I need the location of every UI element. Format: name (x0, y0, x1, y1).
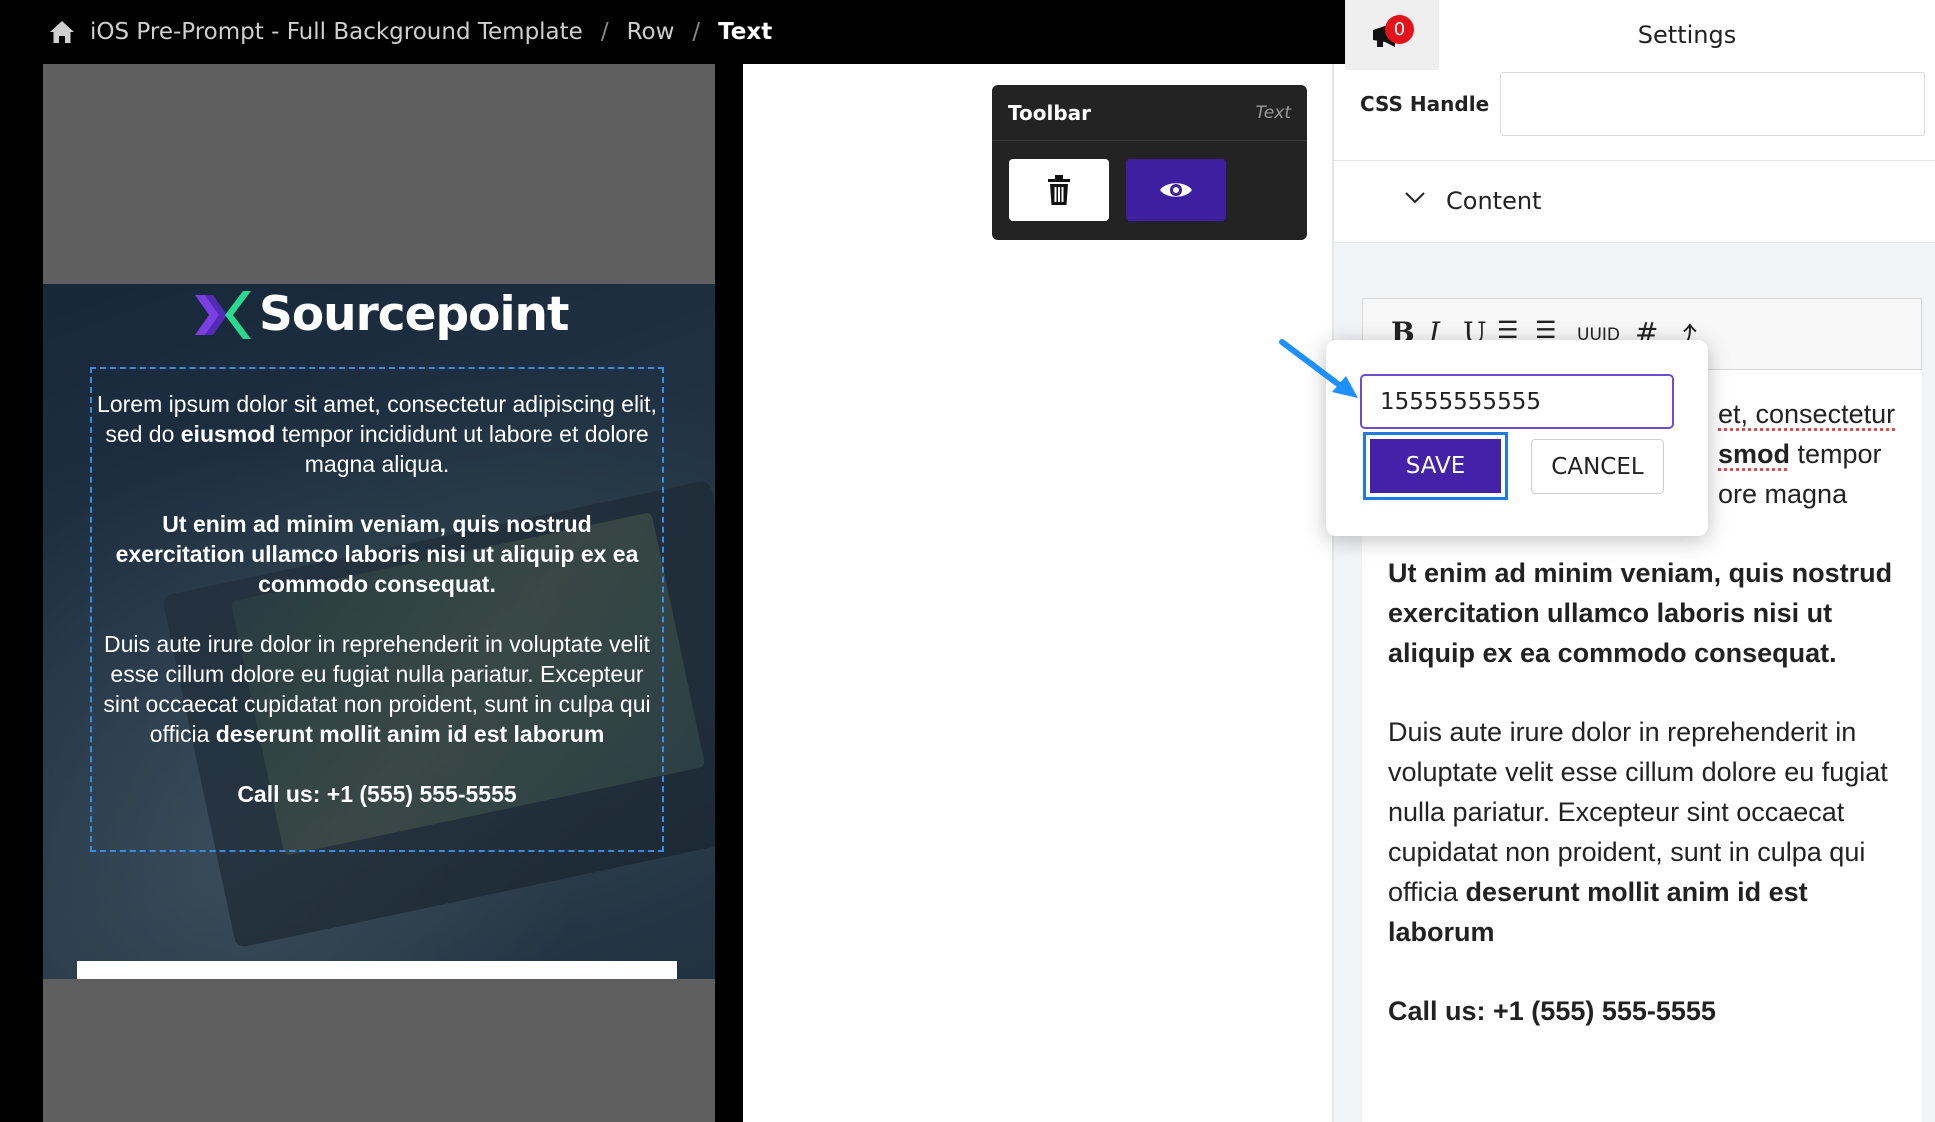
css-handle-input[interactable] (1500, 72, 1925, 136)
breadcrumb-separator: / (692, 19, 701, 45)
selected-text-element[interactable]: Lorem ipsum dolor sit amet, consectetur … (90, 367, 664, 852)
text-paragraph-3: Duis aute irure dolor in reprehenderit i… (103, 631, 651, 747)
text-paragraph-1: Lorem ipsum dolor sit amet, consectetur … (97, 391, 657, 477)
content-section-toggle[interactable]: Content (1334, 161, 1935, 243)
link-url-input[interactable] (1360, 374, 1674, 429)
chevron-down-icon (1405, 192, 1425, 204)
delete-button[interactable] (1009, 159, 1109, 221)
text-paragraph-2: Ut enim ad minim veniam, quis nostrud ex… (115, 511, 639, 597)
css-handle-row: CSS Handle (1334, 70, 1935, 161)
trash-icon (1048, 175, 1070, 205)
message-screen: Sourcepoint Lorem ipsum dolor sit amet, … (43, 64, 715, 1122)
breadcrumb-separator: / (600, 19, 609, 45)
notifications-button[interactable]: 0 (1345, 0, 1439, 70)
cancel-button[interactable]: CANCEL (1531, 439, 1664, 494)
content-section-label: Content (1446, 187, 1542, 215)
link-popup: SAVE CANCEL (1326, 340, 1708, 536)
logo-text: Sourcepoint (259, 287, 569, 342)
eye-icon (1160, 183, 1192, 197)
message-canvas: Sourcepoint Lorem ipsum dolor sit amet, … (8, 64, 743, 1122)
preview-button[interactable] (1126, 159, 1226, 221)
text-call-line: Call us: +1 (555) 555-5555 (237, 781, 517, 807)
breadcrumb: iOS Pre-Prompt - Full Background Templat… (0, 0, 1345, 64)
toolbar-header: Toolbar Text (992, 85, 1307, 141)
save-button-focus-ring: SAVE (1363, 432, 1508, 500)
save-button[interactable]: SAVE (1370, 439, 1501, 493)
editor-paragraph-2: Ut enim ad minim veniam, quis nostrud ex… (1388, 558, 1893, 668)
home-icon[interactable] (48, 19, 76, 45)
sourcepoint-logo[interactable]: Sourcepoint (193, 287, 569, 342)
canvas-border (0, 64, 8, 1122)
editor-call-line: Call us: +1 (555) 555-5555 (1388, 996, 1716, 1026)
continue-button[interactable]: CONTINUE (77, 961, 677, 979)
toolbar-title: Toolbar (1008, 100, 1091, 125)
toolbar-element-type: Text (1255, 102, 1291, 123)
settings-title: Settings (1637, 21, 1737, 49)
breadcrumb-template[interactable]: iOS Pre-Prompt - Full Background Templat… (90, 19, 583, 45)
css-handle-label: CSS Handle (1360, 92, 1490, 116)
sourcepoint-mark-icon (195, 290, 251, 339)
editor-paragraph-3: Duis aute irure dolor in reprehenderit i… (1388, 717, 1888, 947)
notification-count-badge: 0 (1385, 15, 1414, 44)
breadcrumb-row[interactable]: Row (627, 19, 675, 45)
annotation-arrow-icon (1279, 339, 1358, 398)
message-background: Sourcepoint Lorem ipsum dolor sit amet, … (43, 284, 715, 979)
breadcrumb-text: Text (718, 19, 773, 45)
element-toolbar: Toolbar Text (992, 85, 1307, 240)
